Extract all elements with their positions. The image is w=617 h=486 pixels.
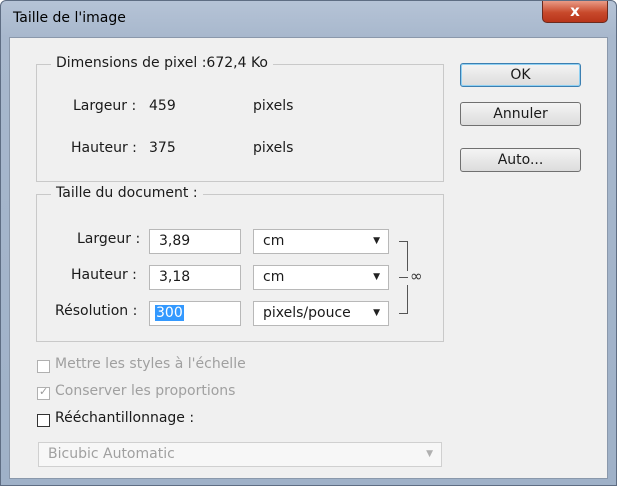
dropdown-arrow-icon: ▼ xyxy=(373,272,380,282)
resample-method-value: Bicubic Automatic xyxy=(48,446,175,462)
pixel-height-value: 375 xyxy=(149,140,176,156)
dialog-title: Taille de l'image xyxy=(13,10,126,26)
image-size-dialog: Taille de l'image x Dimensions de pixel … xyxy=(0,0,617,486)
checkmark-icon: ✓ xyxy=(39,385,49,398)
resolution-unit-value: pixels/pouce xyxy=(263,305,351,321)
chain-link-icon: ∞ xyxy=(410,267,423,285)
doc-width-label: Largeur : xyxy=(77,231,141,247)
close-icon: x xyxy=(570,2,580,20)
doc-width-unit-value: cm xyxy=(263,233,285,249)
dropdown-arrow-icon: ▼ xyxy=(373,308,380,318)
doc-height-unit-select[interactable]: cm ▼ xyxy=(253,265,389,290)
doc-height-input[interactable]: 3,18 xyxy=(149,265,241,290)
pixel-height-label: Hauteur : xyxy=(71,140,137,156)
pixel-width-unit: pixels xyxy=(253,98,294,114)
close-button[interactable]: x xyxy=(542,1,608,23)
dialog-body: Dimensions de pixel :672,4 Ko Largeur : … xyxy=(9,37,608,479)
title-bar[interactable]: Taille de l'image x xyxy=(1,1,616,37)
pixel-dimensions-group: Dimensions de pixel :672,4 Ko Largeur : … xyxy=(36,55,444,182)
constrain-proportions-label: Conserver les proportions xyxy=(55,383,236,399)
cancel-button[interactable]: Annuler xyxy=(460,102,581,126)
ok-button[interactable]: OK xyxy=(460,63,581,87)
auto-button[interactable]: Auto... xyxy=(460,148,581,172)
doc-height-unit-value: cm xyxy=(263,269,285,285)
resample-method-select[interactable]: Bicubic Automatic ▼ xyxy=(38,442,442,467)
pixel-dimensions-legend: Dimensions de pixel :672,4 Ko xyxy=(51,55,273,71)
scale-styles-checkbox[interactable] xyxy=(37,360,50,373)
doc-height-label: Hauteur : xyxy=(71,267,137,283)
document-size-group: Taille du document : Largeur : 3,89 cm ▼… xyxy=(36,185,444,342)
link-bracket-upper xyxy=(407,241,408,271)
link-bracket-mid xyxy=(399,277,408,278)
doc-width-unit-select[interactable]: cm ▼ xyxy=(253,229,389,254)
resolution-label: Résolution : xyxy=(55,303,138,319)
doc-width-input[interactable]: 3,89 xyxy=(149,229,241,254)
pixel-height-unit: pixels xyxy=(253,140,294,156)
link-bracket-lower xyxy=(407,285,408,313)
link-bracket-bottom xyxy=(399,313,408,314)
document-size-legend: Taille du document : xyxy=(51,185,203,201)
pixel-width-value: 459 xyxy=(149,98,176,114)
resolution-value: 300 xyxy=(155,305,184,321)
dropdown-arrow-icon: ▼ xyxy=(373,236,380,246)
pixel-width-label: Largeur : xyxy=(73,98,137,114)
scale-styles-label: Mettre les styles à l'échelle xyxy=(55,356,246,372)
resolution-input[interactable]: 300 xyxy=(149,301,241,326)
resample-label: Rééchantillonnage : xyxy=(55,410,195,426)
resample-checkbox[interactable] xyxy=(37,414,50,427)
dropdown-arrow-icon: ▼ xyxy=(426,449,433,459)
resolution-unit-select[interactable]: pixels/pouce ▼ xyxy=(253,301,389,326)
constrain-proportions-checkbox[interactable]: ✓ xyxy=(37,385,50,400)
